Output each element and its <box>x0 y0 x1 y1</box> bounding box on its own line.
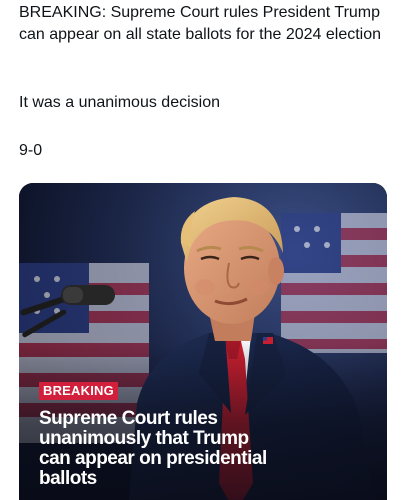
media-card[interactable]: BREAKING Supreme Court rules unanimously… <box>19 183 387 500</box>
post-score: 9-0 <box>19 142 43 159</box>
post-subtext: It was a unanimous decision <box>19 94 220 111</box>
post-headline: BREAKING: Supreme Court rules President … <box>19 4 382 43</box>
breaking-badge: BREAKING <box>39 382 118 400</box>
card-headline: Supreme Court rules unanimously that Tru… <box>39 408 267 489</box>
post-body: BREAKING: Supreme Court rules President … <box>19 0 389 159</box>
